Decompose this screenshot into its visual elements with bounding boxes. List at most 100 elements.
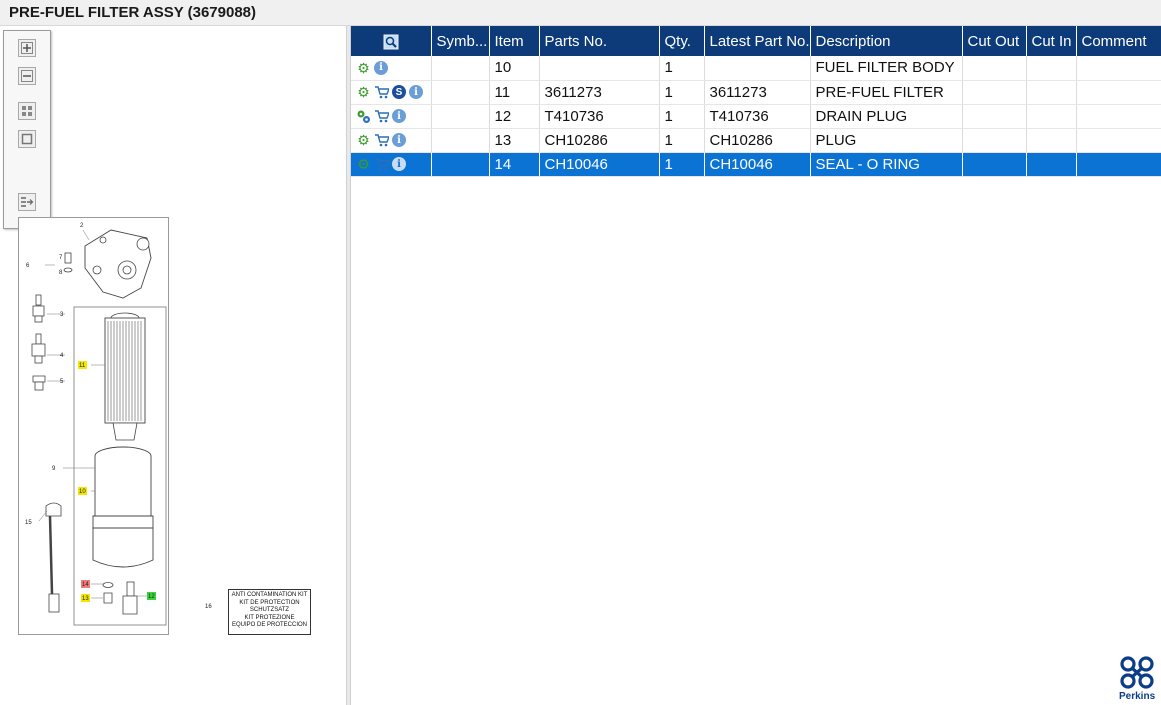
gear-icon[interactable]: ⚙	[356, 85, 371, 100]
export-icon	[21, 197, 34, 207]
cell-item: 13	[489, 128, 540, 153]
exploded-diagram[interactable]: 2 7 6 8 3 4 5 11 9 10 15 14 13 12	[18, 217, 169, 635]
callout-12: 12	[148, 594, 155, 600]
callout-9: 9	[52, 466, 56, 472]
table-row[interactable]: ⚙ i 10 1 FUEL FILTER BODY	[351, 56, 1161, 81]
cell-item: 10	[489, 56, 540, 81]
row-actions-cell: ⚙ i	[351, 128, 432, 153]
zoom-in-button[interactable]	[18, 39, 36, 57]
actual-size-button[interactable]	[18, 130, 36, 148]
cell-comment	[1076, 80, 1161, 105]
callout-2: 2	[80, 223, 84, 229]
cell-comment	[1076, 104, 1161, 129]
page-title: PRE-FUEL FILTER ASSY (3679088)	[9, 4, 257, 21]
callout-3: 3	[60, 312, 64, 318]
callout-7: 7	[59, 255, 63, 261]
perkins-logo: Perkins	[1118, 655, 1160, 705]
title-bar: PRE-FUEL FILTER ASSY (3679088)	[0, 0, 1161, 26]
column-header-parts-no[interactable]: Parts No.	[539, 26, 660, 56]
kit-text-line: EQUIPO DE PROTECCION	[231, 622, 307, 629]
fit-all-button[interactable]	[18, 102, 36, 120]
s-badge-icon[interactable]: S	[392, 85, 406, 99]
search-filter-icon	[383, 34, 399, 50]
row-actions-cell: ⚙ i	[351, 152, 432, 177]
cell-cut-in	[1026, 80, 1077, 105]
kit-text-line: KIT PROTEZIONE	[244, 614, 295, 621]
info-icon[interactable]: i	[409, 85, 423, 99]
cell-description: PRE-FUEL FILTER	[810, 80, 963, 105]
kit-text-line: ANTI CONTAMINATION KIT	[231, 592, 308, 598]
cell-symbol	[431, 56, 490, 81]
cell-comment	[1076, 56, 1161, 81]
column-header-description[interactable]: Description	[810, 26, 963, 56]
row-actions-cell: ⚙ i	[351, 56, 432, 81]
table-row[interactable]: ⚙ Si 11 3611273 1 3611273 PRE-FUEL FILTER	[351, 80, 1161, 105]
cell-latest-part-no: 3611273	[704, 80, 811, 105]
zoom-toolbar	[3, 30, 51, 229]
cell-cut-in	[1026, 104, 1077, 129]
cell-cut-out	[962, 104, 1027, 129]
column-header-search[interactable]	[351, 26, 432, 56]
callout-11: 11	[79, 363, 86, 369]
cart-icon[interactable]	[374, 133, 389, 148]
zoom-in-icon	[21, 42, 33, 54]
cell-parts-no: 3611273	[539, 80, 660, 105]
column-header-symbol[interactable]: Symb...	[431, 26, 490, 56]
anti-contamination-kit-label[interactable]: ANTI CONTAMINATION KIT KIT DE PROTECTION…	[228, 589, 311, 635]
info-icon[interactable]: i	[392, 157, 406, 171]
column-header-cut-out[interactable]: Cut Out	[962, 26, 1027, 56]
cell-item: 14	[489, 152, 540, 177]
callout-8: 8	[59, 270, 63, 276]
cell-qty: 1	[659, 56, 705, 81]
cell-symbol	[431, 104, 490, 129]
column-header-latest-part-no[interactable]: Latest Part No.	[704, 26, 811, 56]
zoom-out-button[interactable]	[18, 67, 36, 85]
callout-16: 16	[205, 604, 212, 610]
cell-symbol	[431, 128, 490, 153]
gear-icon[interactable]: ⚙	[356, 133, 371, 148]
cell-latest-part-no: CH10046	[704, 152, 811, 177]
actual-size-icon	[21, 133, 33, 145]
cell-latest-part-no	[704, 56, 811, 81]
column-header-qty[interactable]: Qty.	[659, 26, 705, 56]
info-icon[interactable]: i	[392, 109, 406, 123]
table-row[interactable]: i 12 T410736 1 T410736 DRAIN PLUG	[351, 104, 1161, 129]
diagram-drawing: 2 7 6 8 3 4 5 11 9 10 15 14 13 12	[25, 223, 167, 626]
cell-qty: 1	[659, 128, 705, 153]
parts-list-pane: Symb... Item Parts No. Qty. Latest Part …	[351, 26, 1161, 705]
table-row[interactable]: ⚙ i 14 CH10046 1 CH10046 SEAL - O RING	[351, 152, 1161, 177]
table-row[interactable]: ⚙ i 13 CH10286 1 CH10286 PLUG	[351, 128, 1161, 153]
logo-wordmark: Perkins	[1119, 691, 1156, 702]
column-header-item[interactable]: Item	[489, 26, 540, 56]
cart-icon[interactable]	[374, 157, 389, 172]
callout-13: 13	[82, 596, 89, 602]
cell-description: SEAL - O RING	[810, 152, 963, 177]
cart-icon[interactable]	[374, 109, 389, 124]
cell-description: DRAIN PLUG	[810, 104, 963, 129]
column-header-cut-in[interactable]: Cut In	[1026, 26, 1077, 56]
info-icon[interactable]: i	[374, 60, 388, 75]
callout-10: 10	[79, 489, 86, 495]
cell-cut-out	[962, 80, 1027, 105]
cell-item: 12	[489, 104, 540, 129]
cell-latest-part-no: T410736	[704, 104, 811, 129]
gear-icon[interactable]: ⚙	[356, 60, 371, 75]
info-icon[interactable]: i	[392, 133, 406, 147]
cell-cut-out	[962, 152, 1027, 177]
export-button[interactable]	[18, 193, 36, 211]
callout-6: 6	[26, 263, 30, 269]
row-actions-cell: i	[351, 104, 432, 129]
column-header-comment[interactable]: Comment	[1076, 26, 1161, 56]
cart-icon[interactable]	[374, 85, 389, 100]
perkins-emblem-icon	[1120, 656, 1154, 689]
callout-15: 15	[25, 520, 32, 526]
cell-cut-in	[1026, 152, 1077, 177]
kit-text-line: KIT DE PROTECTION	[239, 599, 300, 606]
gears-icon[interactable]	[356, 109, 371, 124]
gear-icon[interactable]: ⚙	[356, 157, 371, 172]
zoom-out-icon	[21, 70, 33, 82]
cell-symbol	[431, 80, 490, 105]
callout-14: 14	[82, 582, 89, 588]
cell-parts-no	[539, 56, 660, 81]
cell-cut-in	[1026, 56, 1077, 81]
